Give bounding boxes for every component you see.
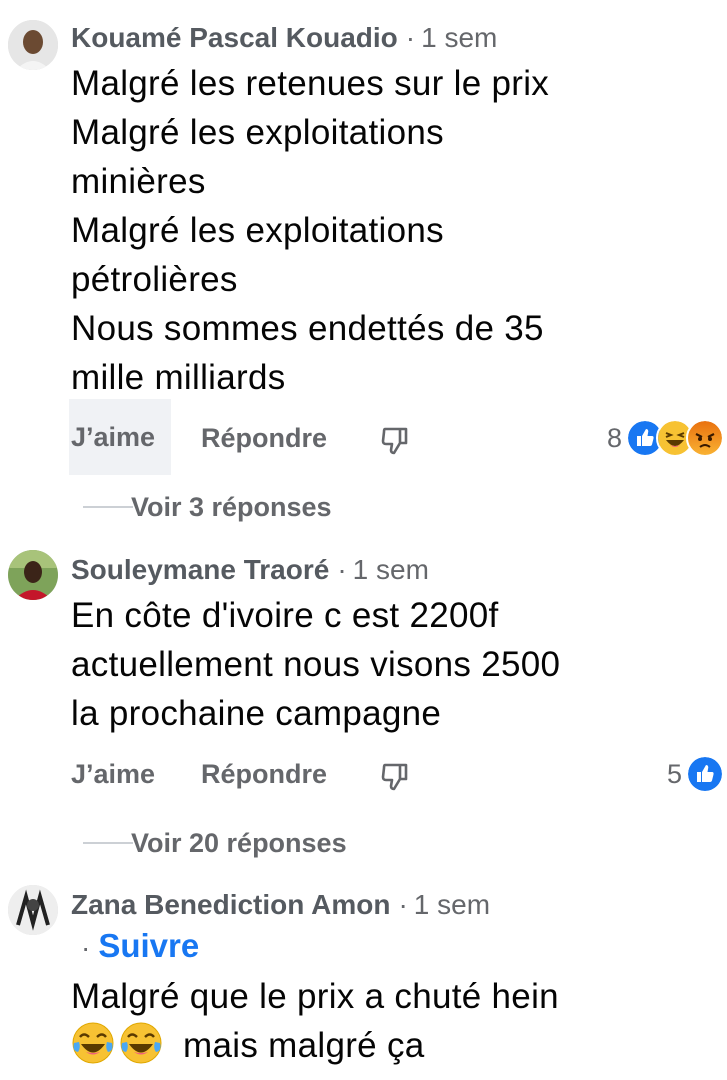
reaction-count: 8 [606, 422, 622, 453]
author-name[interactable]: Zana Benediction Amon [71, 889, 390, 920]
timestamp[interactable]: 1 sem [421, 22, 497, 53]
like-reaction-icon [686, 755, 724, 793]
author-name[interactable]: Kouamé Pascal Kouadio [71, 22, 398, 53]
comment-actions: J’aime Répondre 8 [69, 399, 727, 475]
comment-line: mille milliards [71, 358, 286, 397]
comment-actions: J’aime Répondre 5 [71, 744, 727, 804]
timestamp[interactable]: 1 sem [414, 889, 490, 920]
separator-dot: · [337, 554, 347, 585]
comment-header: Zana Benediction Amon · 1 sem [71, 887, 490, 923]
comment-line-with-emoji: mais malgré ça [71, 1021, 711, 1070]
dislike-icon[interactable] [381, 426, 409, 456]
reply-thread-line [83, 506, 133, 508]
joy-emoji-icon [72, 1022, 114, 1064]
separator-dot: · [81, 932, 91, 963]
timestamp[interactable]: 1 sem [353, 554, 429, 585]
comment-line: Malgré les retenues sur le prix [71, 64, 550, 103]
comment-text: En côte d'ivoire c est 2200f actuellemen… [71, 591, 711, 738]
comment-line: Nous sommes endettés de 35 [71, 309, 544, 348]
comment-header: Souleymane Traoré · 1 sem [71, 552, 429, 588]
comment-header: Kouamé Pascal Kouadio · 1 sem [71, 20, 497, 56]
comment-text: Malgré que le prix a chuté hein mais mal… [71, 972, 711, 1070]
joy-emoji-icon [120, 1022, 162, 1064]
reply-button[interactable]: Répondre [201, 744, 327, 804]
separator-dot: · [398, 889, 408, 920]
comment-line: minières [71, 162, 206, 201]
author-name[interactable]: Souleymane Traoré [71, 554, 329, 585]
comment-line: En côte d'ivoire c est 2200f [71, 596, 499, 635]
follow-row: · Suivre [71, 926, 199, 968]
reply-thread-line [83, 842, 133, 844]
comment-line: Malgré les exploitations [71, 113, 444, 152]
reactions-summary[interactable]: 8 [607, 418, 724, 458]
comment-text: Malgré les retenues sur le prix Malgré l… [71, 59, 711, 402]
like-button[interactable]: J’aime [69, 744, 171, 804]
dislike-icon[interactable] [381, 762, 409, 792]
angry-reaction-icon [686, 419, 724, 457]
reactions-summary[interactable]: 5 [667, 754, 724, 794]
avatar[interactable] [8, 550, 58, 600]
comment-line: la prochaine campagne [71, 694, 442, 733]
avatar[interactable] [8, 885, 58, 935]
like-button[interactable]: J’aime [69, 399, 172, 475]
view-replies-label[interactable]: Voir 3 réponses [131, 487, 332, 527]
follow-link[interactable]: Suivre [98, 927, 199, 964]
separator-dot: · [405, 22, 416, 53]
reply-button[interactable]: Répondre [201, 408, 327, 468]
comment-line: Malgré les exploitations [71, 211, 444, 250]
comment-line: Malgré que le prix a chuté hein [71, 977, 559, 1016]
avatar[interactable] [8, 20, 58, 70]
comment-line-text: mais malgré ça [183, 1026, 425, 1065]
view-replies-label[interactable]: Voir 20 réponses [131, 823, 347, 863]
comment-line: actuellement nous visons 2500 [71, 645, 561, 684]
reaction-count: 5 [666, 758, 682, 789]
comment-line: pétrolières [71, 260, 238, 299]
